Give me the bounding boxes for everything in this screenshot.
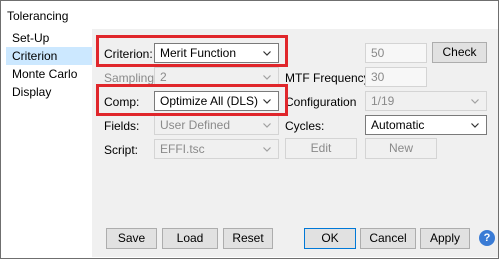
dialog-title: Tolerancing [7, 9, 69, 23]
script-label: Script: [104, 143, 139, 157]
configuration-label: Configuration [285, 95, 357, 109]
fields-label: Fields: [104, 119, 140, 133]
tolerancing-dialog: Tolerancing Set-Up Criterion Monte Carlo… [0, 0, 499, 259]
apply-button[interactable]: Apply [420, 228, 470, 249]
sampling-label: Sampling: [104, 71, 158, 85]
chevron-down-icon [262, 140, 272, 158]
script-dropdown[interactable]: EFFI.tsc [154, 139, 279, 159]
nav-item-display[interactable]: Display [6, 83, 92, 101]
fields-value: User Defined [160, 118, 231, 132]
save-button[interactable]: Save [106, 228, 157, 249]
nav-item-setup[interactable]: Set-Up [6, 29, 92, 47]
sampling-dropdown[interactable]: 2 [154, 67, 279, 87]
help-icon[interactable]: ? [479, 230, 495, 246]
comp-label: Comp: [104, 95, 140, 109]
mtf-frequency-input[interactable]: 30 [365, 67, 427, 87]
chevron-down-icon [262, 116, 272, 134]
criterion-value: Merit Function [160, 46, 237, 60]
new-button[interactable]: New [365, 138, 437, 159]
sampling-value: 2 [160, 70, 167, 84]
check-button[interactable]: Check [432, 42, 487, 63]
cycles-count-input[interactable]: 50 [365, 43, 427, 63]
settings-panel: Criterion: Merit Function 50 Check Sampl… [92, 29, 498, 257]
nav-list: Set-Up Criterion Monte Carlo Display [6, 29, 92, 101]
comp-value: Optimize All (DLS) [160, 94, 259, 108]
cycles-dropdown[interactable]: Automatic [365, 115, 487, 135]
cancel-button[interactable]: Cancel [360, 228, 416, 249]
fields-dropdown[interactable]: User Defined [154, 115, 279, 135]
chevron-down-icon [262, 92, 272, 110]
cycles-value: Automatic [371, 118, 425, 132]
load-button[interactable]: Load [162, 228, 218, 249]
configuration-dropdown[interactable]: 1/19 [365, 91, 487, 111]
configuration-value: 1/19 [371, 94, 395, 108]
script-value: EFFI.tsc [160, 142, 205, 156]
ok-button[interactable]: OK [304, 228, 356, 249]
edit-button[interactable]: Edit [285, 138, 357, 159]
nav-item-monte-carlo[interactable]: Monte Carlo [6, 65, 92, 83]
criterion-dropdown[interactable]: Merit Function [154, 43, 279, 63]
cycles-label: Cycles: [285, 119, 325, 133]
chevron-down-icon [470, 116, 480, 134]
comp-dropdown[interactable]: Optimize All (DLS) [154, 91, 279, 111]
mtf-frequency-label: MTF Frequency: [285, 71, 374, 85]
chevron-down-icon [262, 44, 272, 62]
criterion-label: Criterion: [104, 47, 153, 61]
chevron-down-icon [262, 68, 272, 86]
reset-button[interactable]: Reset [223, 228, 273, 249]
chevron-down-icon [470, 92, 480, 110]
nav-item-criterion[interactable]: Criterion [6, 47, 92, 65]
